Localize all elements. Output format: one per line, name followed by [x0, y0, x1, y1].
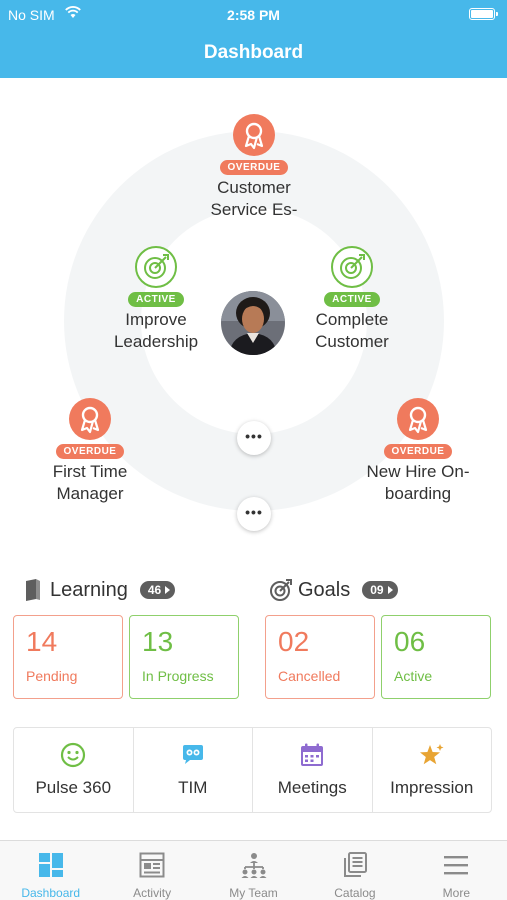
- goal-node-improve-leadership[interactable]: ACTIVE Improve Leadership: [76, 245, 236, 353]
- goal-node-customer-service[interactable]: OVERDUE Customer Service Es-: [174, 113, 334, 221]
- team-icon: [241, 853, 267, 878]
- tab-my-team[interactable]: My Team: [203, 841, 304, 900]
- learning-in-progress-card[interactable]: 13 In Progress: [129, 615, 239, 699]
- tim-button[interactable]: TIM: [134, 728, 253, 812]
- stat-label: In Progress: [142, 668, 214, 684]
- activity-icon: [139, 852, 165, 878]
- quick-action-label: TIM: [178, 778, 208, 797]
- calendar-icon: [301, 743, 324, 766]
- stat-label: Active: [394, 668, 433, 684]
- star-icon: [419, 744, 444, 765]
- chat-bot-icon: [182, 745, 203, 764]
- status-badge: OVERDUE: [383, 444, 453, 459]
- goals-section-header[interactable]: Goals 09: [270, 576, 398, 604]
- stat-value: 13: [142, 626, 174, 657]
- goal-node-new-hire-onboarding[interactable]: OVERDUE New Hire On-boarding: [338, 397, 498, 505]
- tab-activity[interactable]: Activity: [101, 841, 202, 900]
- battery-icon: [469, 8, 498, 20]
- book-icon: [26, 579, 40, 601]
- award-icon: [233, 114, 275, 156]
- goal-label: Improve Leadership: [113, 310, 199, 351]
- clock: 2:58 PM: [227, 7, 280, 23]
- goals-cancelled-card[interactable]: 02 Cancelled: [265, 615, 375, 699]
- award-icon: [69, 398, 111, 440]
- quick-action-label: Pulse 360: [35, 778, 112, 797]
- goal-label: Customer Service Es-: [210, 178, 298, 219]
- target-icon: [331, 246, 373, 288]
- goals-title: Goals: [298, 578, 351, 601]
- stat-label: Cancelled: [278, 668, 341, 684]
- impression-button[interactable]: Impression: [373, 728, 492, 812]
- learning-count-badge[interactable]: 46: [139, 581, 176, 599]
- tab-label: Catalog: [334, 886, 376, 900]
- more-outer-button[interactable]: •••: [237, 497, 271, 531]
- goal-label: Complete Customer: [315, 310, 389, 351]
- tab-label: More: [442, 886, 470, 900]
- header-bar: No SIM 2:58 PM Dashboard: [0, 0, 507, 78]
- goals-count-badge[interactable]: 09: [362, 581, 398, 599]
- status-badge: OVERDUE: [55, 444, 125, 459]
- learning-section-header[interactable]: Learning 46: [22, 576, 176, 604]
- pulse-360-button[interactable]: Pulse 360: [14, 728, 134, 812]
- goals-active-card[interactable]: 06 Active: [381, 615, 491, 699]
- learning-title: Learning: [50, 578, 128, 601]
- more-inner-button[interactable]: •••: [237, 421, 271, 455]
- tab-label: Activity: [133, 886, 172, 900]
- award-icon: [397, 398, 439, 440]
- menu-icon: [444, 856, 469, 875]
- smiley-icon: [61, 742, 86, 768]
- learning-pending-card[interactable]: 14 Pending: [13, 615, 123, 699]
- goal-node-first-time-manager[interactable]: OVERDUE First Time Manager: [10, 397, 170, 505]
- tab-bar: Dashboard Activity My Team Catalog More: [0, 840, 507, 900]
- tab-catalog[interactable]: Catalog: [304, 841, 405, 900]
- stat-value: 02: [278, 626, 310, 657]
- goal-node-complete-customer[interactable]: ACTIVE Complete Customer: [272, 245, 432, 353]
- tab-label: Dashboard: [21, 886, 81, 900]
- tab-more[interactable]: More: [406, 841, 507, 900]
- status-badge: ACTIVE: [128, 292, 184, 307]
- stat-value: 14: [26, 626, 58, 657]
- tab-label: My Team: [229, 886, 278, 900]
- status-badge: ACTIVE: [324, 292, 380, 307]
- target-icon: [270, 579, 292, 601]
- catalog-icon: [343, 852, 367, 877]
- status-bar: No SIM 2:58 PM: [0, 5, 507, 25]
- status-badge: OVERDUE: [219, 160, 289, 175]
- page-title: Dashboard: [203, 42, 304, 63]
- stat-label: Pending: [26, 668, 78, 684]
- tab-dashboard[interactable]: Dashboard: [0, 841, 101, 900]
- quick-action-label: Meetings: [277, 778, 347, 797]
- quick-action-label: Impression: [390, 778, 474, 797]
- dashboard-icon: [38, 853, 63, 877]
- stat-value: 06: [394, 626, 426, 657]
- goal-label: First Time Manager: [52, 462, 128, 503]
- goal-label: New Hire On-boarding: [366, 462, 470, 503]
- quick-actions: Pulse 360 TIM Meetings Impression: [13, 727, 492, 813]
- meetings-button[interactable]: Meetings: [253, 728, 373, 812]
- target-icon: [135, 246, 177, 288]
